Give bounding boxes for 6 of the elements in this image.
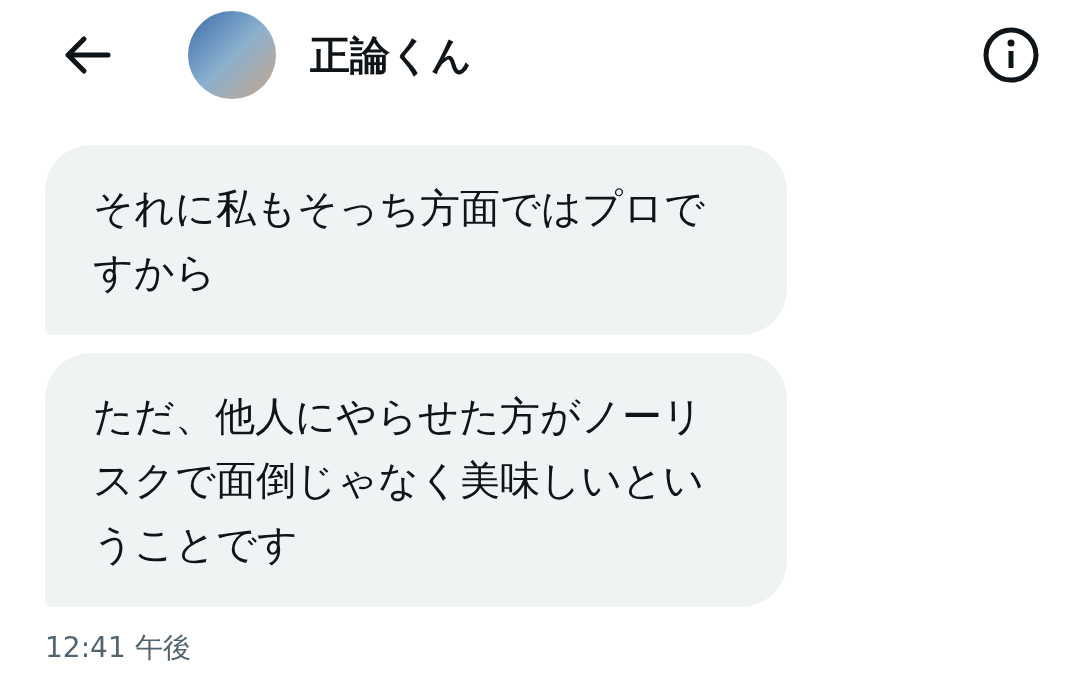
message-bubble: ただ、他人にやらせた方がノーリスクで面倒じゃなく美味しいということです <box>45 353 787 607</box>
info-button[interactable] <box>982 26 1040 84</box>
message-bubble: それに私もそっち方面ではプロですから <box>45 145 787 335</box>
info-icon <box>982 26 1040 84</box>
message-timestamp: 12:41 午後 <box>45 630 192 666</box>
chat-title: 正論くん <box>310 30 473 80</box>
